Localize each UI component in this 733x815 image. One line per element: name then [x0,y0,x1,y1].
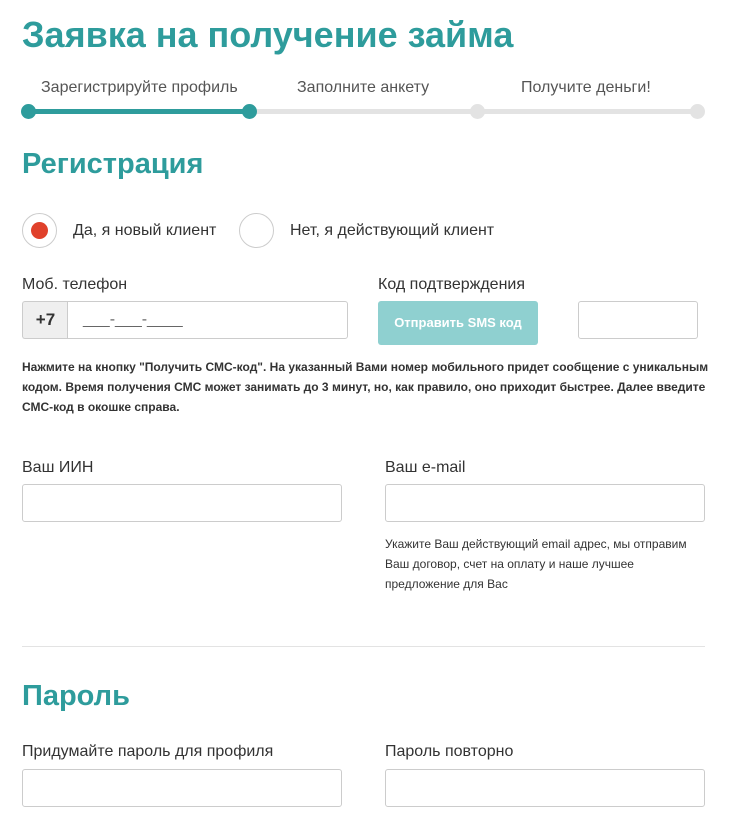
send-sms-code-button[interactable]: Отправить SMS код [378,301,538,345]
iin-input[interactable] [22,484,342,522]
phone-input[interactable]: ___-___-____ [67,301,348,339]
password-repeat-label: Пароль повторно [385,743,514,760]
step-dot-1 [21,104,36,119]
step-dot-2 [242,104,257,119]
radio-selected-dot [31,222,48,239]
sms-hint-text: Нажмите на кнопку "Получить СМС-код". На… [22,360,709,414]
step-dot-4 [690,104,705,119]
step-label-register: Зарегистрируйте профиль [41,79,238,96]
password-input[interactable] [22,769,342,807]
registration-title: Регистрация [22,148,204,180]
radio-existing-client[interactable] [239,213,274,248]
sms-code-input[interactable] [578,301,698,339]
section-divider [22,646,705,647]
step-label-questionnaire: Заполните анкету [297,79,430,96]
email-input[interactable] [385,484,705,522]
step-dot-3 [470,104,485,119]
password-label: Придумайте пароль для профиля [22,743,274,760]
iin-label: Ваш ИИН [22,459,94,476]
email-hint-text: Укажите Ваш действующий email адрес, мы … [385,537,687,591]
radio-new-client-label[interactable]: Да, я новый клиент [73,222,216,240]
email-label: Ваш e-mail [385,459,466,476]
password-title: Пароль [22,680,130,712]
phone-label: Моб. телефон [22,276,128,293]
phone-prefix: +7 [22,301,68,339]
radio-existing-client-label[interactable]: Нет, я действующий клиент [290,222,494,240]
confirmation-code-label: Код подтверждения [378,276,526,293]
password-repeat-input[interactable] [385,769,705,807]
step-label-get-money: Получите деньги! [521,79,651,96]
radio-new-client[interactable] [22,213,57,248]
page-title: Заявка на получение займа [22,14,514,55]
progress-fill [28,109,250,114]
